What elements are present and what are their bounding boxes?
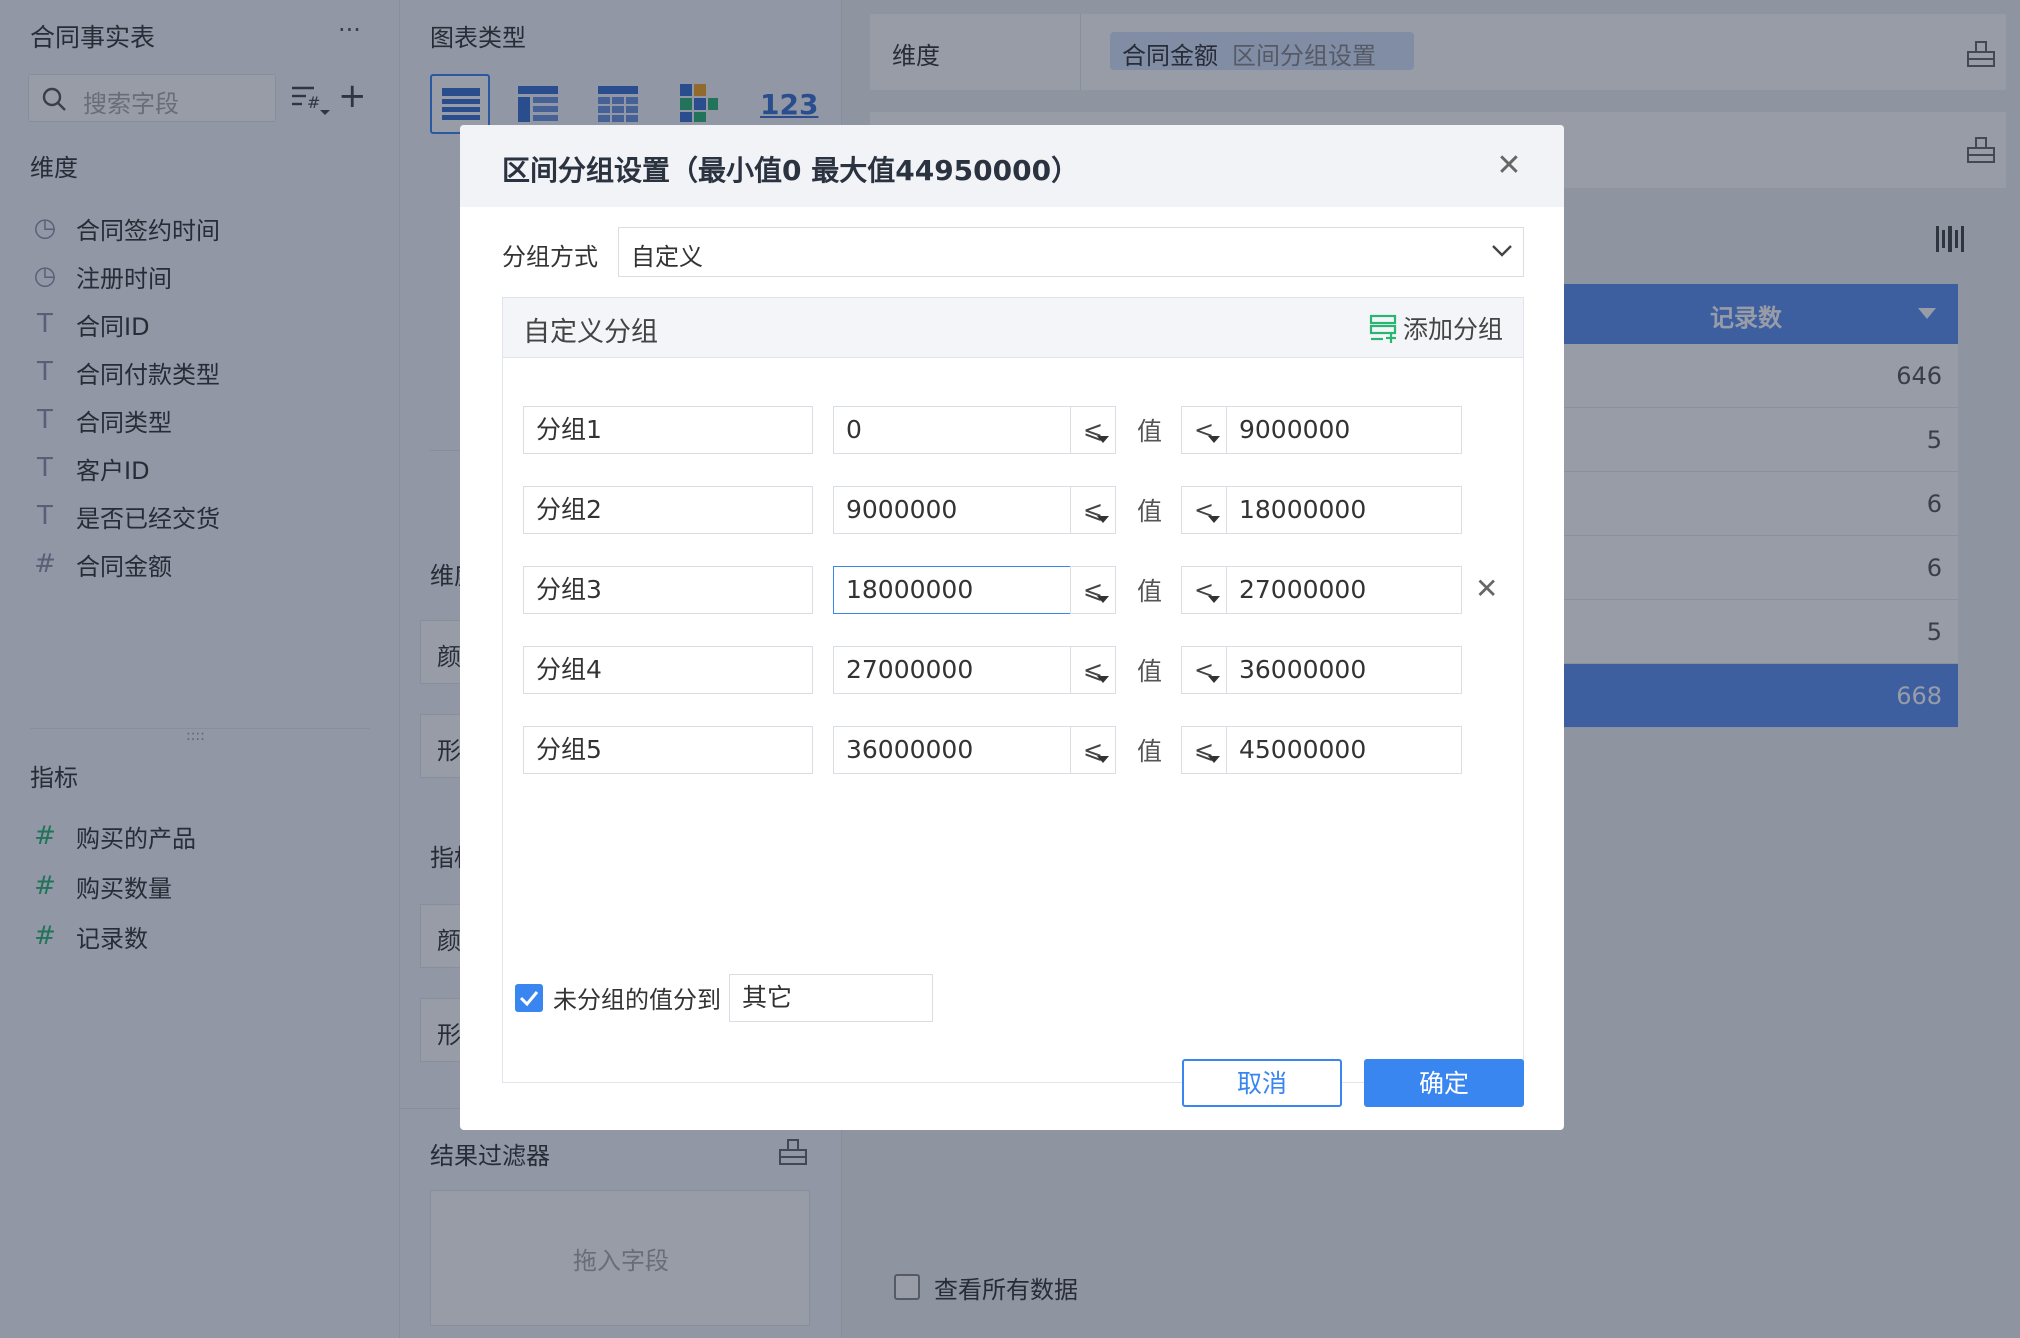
min-operator-select[interactable]: ⩽ (1070, 486, 1116, 534)
value-label: 值 (1137, 417, 1163, 446)
caret-down-icon (1208, 756, 1220, 763)
group-name-input[interactable]: 分组5 (523, 726, 813, 774)
caret-down-icon (1208, 436, 1220, 443)
value-label: 值 (1137, 577, 1163, 606)
min-operator-select[interactable]: ⩽ (1070, 406, 1116, 454)
custom-group-label: 自定义分组 (523, 317, 658, 348)
add-group-icon (1369, 314, 1397, 343)
value-label: 值 (1137, 497, 1163, 526)
caret-down-icon (1097, 436, 1109, 443)
group-name-input[interactable]: 分组4 (523, 646, 813, 694)
min-operator-select[interactable]: ⩽ (1070, 646, 1116, 694)
close-icon[interactable]: ✕ (1492, 149, 1526, 183)
chevron-down-icon (1492, 245, 1512, 257)
max-operator-select[interactable]: < (1181, 646, 1227, 694)
group-min-input[interactable]: 0 (833, 406, 1071, 454)
group-row: 分组1 0 ⩽ 值 <9000000 (503, 406, 1523, 454)
caret-down-icon (1097, 676, 1109, 683)
group-max-input[interactable]: 36000000 (1226, 646, 1462, 694)
group-method-select[interactable]: 自定义 (618, 227, 1524, 277)
value-label: 值 (1137, 737, 1163, 766)
group-min-input[interactable]: 9000000 (833, 486, 1071, 534)
caret-down-icon (1208, 596, 1220, 603)
group-max-input[interactable]: 27000000 (1226, 566, 1462, 614)
max-operator-select[interactable]: < (1181, 566, 1227, 614)
ungrouped-label: 未分组的值分到 (553, 986, 721, 1014)
ungrouped-target-input[interactable]: 其它 (729, 974, 933, 1022)
group-row: 分组5 36000000 ⩽ 值 ⩽ 45000000 (503, 726, 1523, 774)
custom-group-box: 自定义分组 添加分组 分组1 0 ⩽ 值 <9000000 分组2 9000000 ⩽ 值 <18… (502, 297, 1524, 1083)
group-min-input[interactable]: 27000000 (833, 646, 1071, 694)
group-name-input[interactable]: 分组2 (523, 486, 813, 534)
group-min-input[interactable]: 18000000 (833, 566, 1071, 614)
group-name-input[interactable]: 分组3 (523, 566, 813, 614)
max-operator-select[interactable]: ⩽ (1181, 726, 1227, 774)
group-max-input[interactable]: 18000000 (1226, 486, 1462, 534)
check-icon (519, 991, 539, 1007)
value-label: 值 (1137, 657, 1163, 686)
caret-down-icon (1208, 676, 1220, 683)
dialog-title: 区间分组设置（最小值0 最大值44950000） (502, 154, 1080, 187)
group-row: 分组2 9000000 ⩽ 值 <18000000 (503, 486, 1523, 534)
min-operator-select[interactable]: ⩽ (1070, 726, 1116, 774)
max-operator-select[interactable]: < (1181, 486, 1227, 534)
confirm-button[interactable]: 确定 (1364, 1059, 1524, 1107)
group-max-input[interactable]: 9000000 (1226, 406, 1462, 454)
group-row: 分组3 18000000 ⩽ 值 <27000000 ✕ (503, 566, 1523, 614)
caret-down-icon (1097, 516, 1109, 523)
group-method-label: 分组方式 (502, 243, 598, 271)
caret-down-icon (1097, 756, 1109, 763)
group-max-input[interactable]: 45000000 (1226, 726, 1462, 774)
ungrouped-checkbox[interactable] (515, 984, 543, 1012)
cancel-button[interactable]: 取消 (1182, 1059, 1342, 1107)
remove-group-icon[interactable]: ✕ (1475, 572, 1498, 606)
min-operator-select[interactable]: ⩽ (1070, 566, 1116, 614)
max-operator-select[interactable]: < (1181, 406, 1227, 454)
add-group-button[interactable]: 添加分组 (1369, 310, 1503, 346)
group-row: 分组4 27000000 ⩽ 值 <36000000 (503, 646, 1523, 694)
group-min-input[interactable]: 36000000 (833, 726, 1071, 774)
group-name-input[interactable]: 分组1 (523, 406, 813, 454)
caret-down-icon (1208, 516, 1220, 523)
caret-down-icon (1097, 596, 1109, 603)
range-group-dialog: 区间分组设置（最小值0 最大值44950000） ✕ 分组方式 自定义 自定义分… (460, 125, 1564, 1130)
